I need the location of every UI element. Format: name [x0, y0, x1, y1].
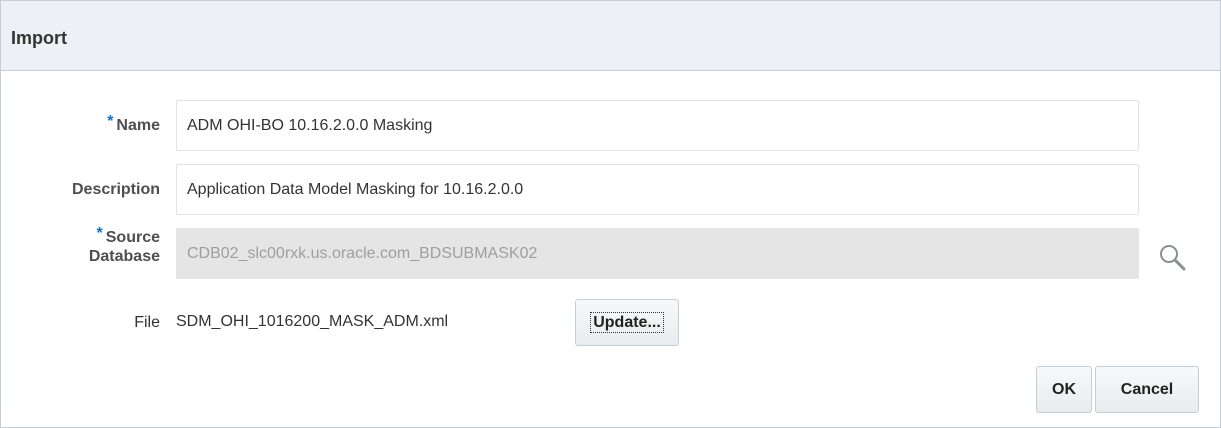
magnifier-icon — [1160, 245, 1186, 271]
dialog-title: Import — [11, 28, 67, 48]
name-label: * Name — [10, 113, 160, 135]
file-name: SDM_OHI_1016200_MASK_ADM.xml — [176, 313, 449, 330]
file-label-text: File — [134, 314, 160, 331]
source-label-line2: Database — [88, 248, 160, 265]
required-marker: * — [96, 225, 103, 242]
source-database-field: CDB02_slc00rxk.us.oracle.com_BDSUBMASK02 — [176, 228, 1139, 279]
update-file-label: Update... — [590, 312, 664, 333]
ok-button[interactable]: OK — [1036, 366, 1092, 413]
name-label-text: Name — [116, 117, 160, 134]
import-dialog: Import *Name Description *Source Databas… — [0, 0, 1221, 428]
cancel-button[interactable]: Cancel — [1095, 366, 1199, 413]
description-label-text: Description — [71, 181, 160, 198]
dialog-header: Import — [1, 1, 1220, 71]
source-database-label: * Source Database — [10, 225, 160, 266]
file-label: File — [10, 313, 160, 332]
search-source-database-button[interactable] — [1155, 240, 1191, 276]
required-marker: * — [107, 113, 114, 130]
update-file-button[interactable]: Update... — [575, 299, 679, 346]
description-input[interactable] — [176, 164, 1139, 215]
source-label-line1: Source — [105, 229, 160, 246]
description-label: Description — [10, 180, 160, 199]
name-input[interactable] — [176, 100, 1139, 151]
